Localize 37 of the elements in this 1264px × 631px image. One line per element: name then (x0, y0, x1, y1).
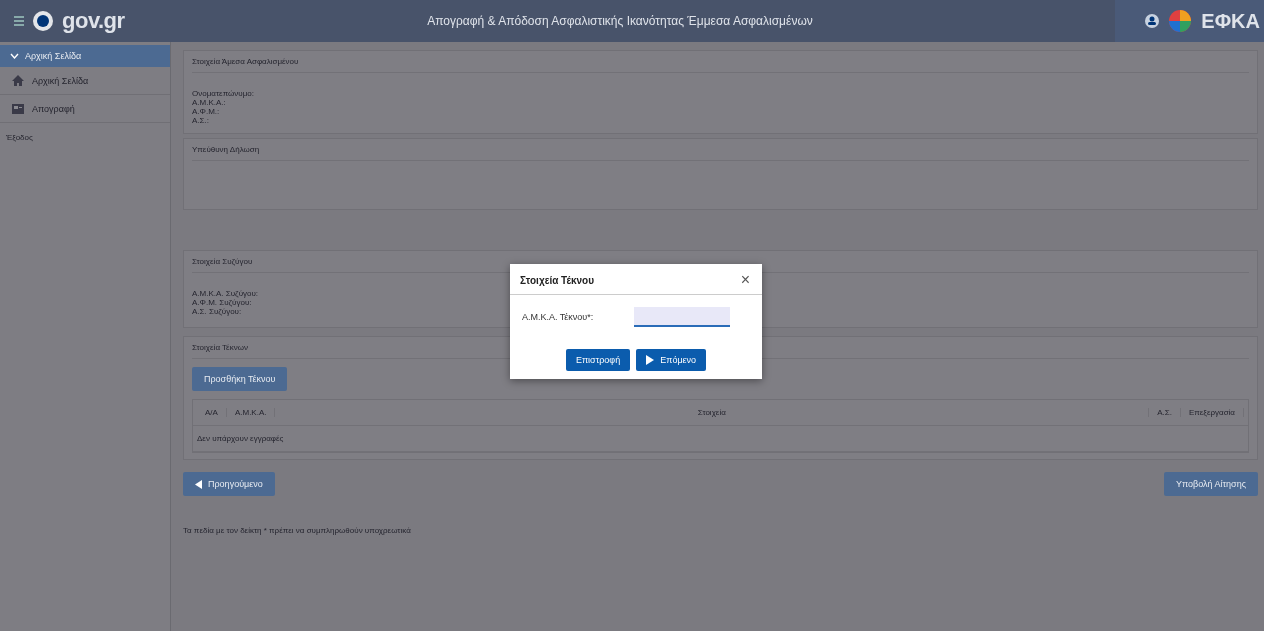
home-icon (12, 74, 24, 87)
field-label: Α.Σ. Συζύγου: (192, 307, 242, 316)
play-icon (646, 355, 655, 365)
user-icon (1145, 14, 1160, 28)
required-note: Τα πεδία με τον δείκτη * πρέπει να συμπληρωθούν υποχρεωτικά (183, 526, 412, 535)
column-header: Α/Α (197, 408, 227, 417)
logout-link[interactable]: Έξοδος (0, 123, 39, 152)
menu-icon (14, 15, 24, 27)
section-heading: Στοιχεία Άμεσα Ασφαλισμένου (192, 57, 1249, 73)
column-header: Α.Μ.Κ.Α. (226, 408, 276, 417)
sidebar-section[interactable]: Αρχική Σελίδα (0, 45, 170, 67)
field-label: Α.Μ.Κ.Α. Τέκνου*: (522, 312, 594, 322)
app-title: Απογραφή & Απόδοση Ασφαλιστικής Ικανότητας Έμμεσα Ασφαλισμένων (427, 14, 813, 28)
emblem-icon (32, 10, 54, 32)
add-child-button[interactable]: Προσθήκη Τέκνου (192, 367, 288, 391)
logo-text: gov.gr (62, 8, 125, 34)
field-label: Α.Σ.: (192, 116, 209, 125)
logo-icon (1169, 8, 1192, 34)
amka-input-field[interactable] (634, 307, 730, 327)
field-label: Α.Μ.Κ.Α. Συζύγου: (192, 289, 259, 298)
empty-message: Δεν υπάρχουν εγγραφές (197, 434, 284, 443)
field-label: Α.Φ.Μ. Συζύγου: (192, 298, 252, 307)
column-header: Στοιχεία (275, 408, 1150, 417)
brand-text: ΕΦΚΑ (1201, 9, 1260, 33)
column-header: Επεξεργασία (1180, 408, 1244, 417)
submit-button[interactable]: Υποβολή Αίτησης (1163, 472, 1258, 496)
dialog-title: Στοιχεία Τέκνου (520, 274, 595, 286)
field-label: Α.Φ.Μ.: (192, 107, 220, 116)
column-header: Α.Σ. (1149, 408, 1181, 417)
card-icon (12, 102, 24, 115)
next-button[interactable]: Επόμενο (636, 349, 707, 371)
field-label: Ονοματεπώνυμο: (192, 89, 254, 98)
section-heading: Υπεύθυνη Δήλωση (192, 145, 1249, 161)
previous-button[interactable]: Προηγούμενο (183, 472, 275, 496)
close-button[interactable]: × (738, 272, 752, 288)
field-label: Α.Μ.Κ.Α.: (192, 98, 226, 107)
back-arrow-icon (195, 479, 202, 489)
